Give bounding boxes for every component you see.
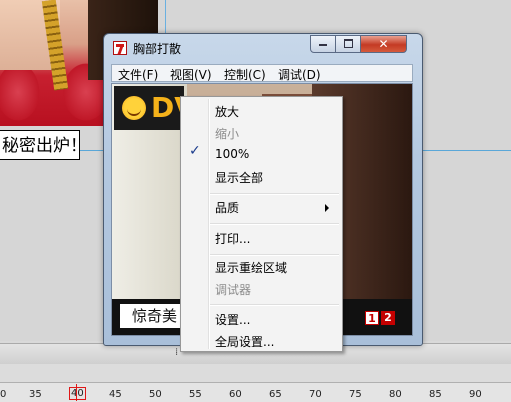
ruler-label: 70 bbox=[309, 389, 322, 400]
page-2-button[interactable]: 2 bbox=[381, 311, 395, 325]
menu-view[interactable]: 视图(V) bbox=[170, 66, 212, 83]
close-icon: ✕ bbox=[378, 37, 389, 51]
menu-bar: 文件(F) 视图(V) 控制(C) 调试(D) bbox=[111, 64, 413, 82]
ruler-label-current[interactable]: 40 bbox=[69, 387, 86, 400]
minimize-button[interactable] bbox=[310, 35, 336, 53]
menu-debug[interactable]: 调试(D) bbox=[278, 66, 321, 83]
logo: DV bbox=[114, 86, 196, 130]
menu-item-quality[interactable]: 品质 bbox=[215, 199, 239, 216]
ruler-label: 85 bbox=[429, 389, 442, 400]
ruler-label: 60 bbox=[229, 389, 242, 400]
ruler-label: 80 bbox=[389, 389, 402, 400]
menu-control[interactable]: 控制(C) bbox=[224, 66, 266, 83]
menu-item-100-percent[interactable]: 100% bbox=[215, 147, 249, 161]
page-1-button[interactable]: 1 bbox=[365, 311, 379, 325]
menu-item-show-redraw[interactable]: 显示重绘区域 bbox=[215, 259, 287, 276]
menu-separator bbox=[210, 254, 339, 256]
menu-item-show-all[interactable]: 显示全部 bbox=[215, 169, 263, 186]
ruler-label: 45 bbox=[109, 389, 122, 400]
ruler-label: 75 bbox=[349, 389, 362, 400]
window-title: 胸部打散 bbox=[133, 42, 182, 56]
menu-item-settings[interactable]: 设置... bbox=[215, 311, 250, 328]
background-caption: 秘密出炉！ bbox=[0, 130, 80, 160]
playhead[interactable] bbox=[76, 384, 77, 401]
menu-separator bbox=[210, 304, 339, 306]
ruler-label: 35 bbox=[29, 389, 42, 400]
sun-logo-icon bbox=[122, 96, 146, 120]
ruler-label: 90 bbox=[469, 389, 482, 400]
title-bar[interactable]: 胸部打散 ✕ bbox=[104, 34, 422, 63]
menu-item-zoom-in[interactable]: 放大 bbox=[215, 103, 239, 120]
menu-item-print[interactable]: 打印... bbox=[215, 230, 250, 247]
menu-item-debugger: 调试器 bbox=[215, 283, 252, 297]
ruler-label: 50 bbox=[149, 389, 162, 400]
timeline-grip-icon[interactable]: ⁞ bbox=[175, 347, 178, 358]
ruler-label: 55 bbox=[189, 389, 202, 400]
menu-item-global-settings[interactable]: 全局设置... bbox=[215, 333, 274, 350]
maximize-button[interactable] bbox=[335, 35, 361, 53]
checkmark-icon: ✓ bbox=[189, 143, 201, 159]
menu-separator bbox=[210, 223, 339, 225]
ruler-label: 0 bbox=[0, 389, 7, 400]
app-icon[interactable] bbox=[113, 41, 127, 55]
close-button[interactable]: ✕ bbox=[360, 35, 407, 53]
menu-item-zoom-out: 缩小 bbox=[215, 127, 240, 141]
context-menu: 放大 缩小 ✓ 100% 显示全部 品质 打印... 显示重绘区域 调试器 设置… bbox=[180, 96, 343, 352]
minimize-icon bbox=[319, 44, 327, 46]
timeline-strip[interactable] bbox=[0, 364, 511, 382]
menu-file[interactable]: 文件(F) bbox=[118, 66, 158, 83]
ruler-label: 65 bbox=[269, 389, 282, 400]
menu-separator bbox=[210, 193, 339, 195]
submenu-arrow-icon bbox=[325, 204, 329, 212]
maximize-icon bbox=[343, 38, 353, 48]
